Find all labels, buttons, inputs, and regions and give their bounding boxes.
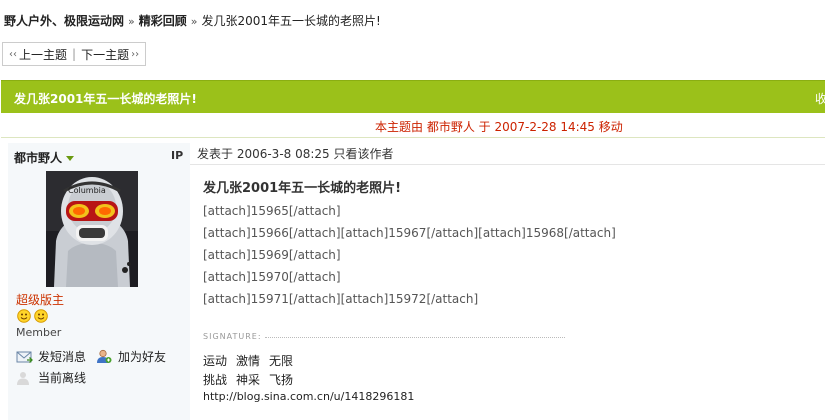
moved-notice: 本主题由 都市野人 于 2007-2-28 14:45 移动 (375, 120, 623, 134)
avatar[interactable]: Columbia (46, 171, 138, 287)
post-body: 发表于 2006-3-8 08:25 只看该作者 发几张2001年五一长城的老照… (190, 137, 825, 420)
chevron-down-icon[interactable] (66, 156, 75, 161)
signature-line-1: 运动 激情 无限 (203, 352, 302, 369)
thread-title-bar: 发几张2001年五一长城的老照片! 收 (1, 80, 825, 115)
favorite-link[interactable]: 收 (815, 90, 825, 107)
attachment-line: [attach]15971[/attach][attach]15972[/att… (203, 292, 479, 306)
signature-word: 无限 (269, 354, 294, 368)
next-arrow-icon: ›› (131, 48, 140, 60)
attachment-line: [attach]15966[/attach][attach]15967[/att… (203, 226, 616, 240)
breadcrumb-separator: » (128, 15, 135, 28)
attachment-line: [attach]15965[/attach] (203, 204, 341, 218)
topic-nav: ‹‹ 上一主题 | 下一主题 ›› (2, 42, 147, 66)
author-sidebar: 都市野人 IP Columbia 超级版主 Member 发短消息 加为好友 当… (8, 143, 190, 420)
breadcrumb: 野人户外、极限运动网» 精彩回顾» 发几张2001年五一长城的老照片! (4, 12, 381, 29)
attachment-line: [attach]15969[/attach] (203, 248, 341, 262)
svg-text:Columbia: Columbia (68, 186, 106, 195)
ip-link[interactable]: IP (171, 149, 183, 162)
add-friend-label[interactable]: 加为好友 (118, 348, 166, 365)
user-group: Member (16, 326, 62, 339)
online-status-label: 当前离线 (38, 371, 87, 385)
offline-user-icon (17, 371, 29, 385)
author-name-menu[interactable]: 都市野人 (14, 149, 75, 166)
signature-word: 挑战 (203, 373, 228, 387)
breadcrumb-forum-link[interactable]: 野人户外、极限运动网 (4, 14, 124, 28)
add-friend-button[interactable]: 加为好友 (96, 348, 166, 365)
signature-label: SIGNATURE: (203, 332, 262, 341)
user-role: 超级版主 (16, 293, 65, 307)
prev-arrow-icon: ‹‹ (9, 48, 17, 60)
breadcrumb-current: 发几张2001年五一长城的老照片! (201, 14, 381, 28)
send-message-label[interactable]: 发短消息 (38, 348, 86, 365)
topic-nav-divider: | (72, 47, 77, 61)
rank-smileys (17, 309, 51, 326)
prev-topic-link[interactable]: 上一主题 (19, 46, 67, 63)
next-topic-link[interactable]: 下一主题 (81, 46, 129, 63)
breadcrumb-separator: » (190, 15, 198, 28)
signature-word: 运动 (203, 354, 228, 368)
avatar-image: Columbia (46, 171, 138, 287)
post-meta: 发表于 2006-3-8 08:25 只看该作者 (197, 147, 394, 161)
attachment-line: [attach]15970[/attach] (203, 270, 341, 284)
author-name[interactable]: 都市野人 (14, 151, 62, 165)
signature-blog-link[interactable]: http://blog.sina.com.cn/u/1418296181 (203, 390, 414, 403)
post-divider (190, 164, 825, 165)
breadcrumb-section-link[interactable]: 精彩回顾 (139, 14, 187, 28)
add-friend-icon (97, 349, 112, 363)
signature-word: 飞扬 (269, 373, 294, 387)
signature-line-2: 挑战 神采 飞扬 (203, 371, 302, 388)
signature-word: 激情 (236, 354, 261, 368)
mail-icon (16, 351, 33, 363)
moved-notice-row: 本主题由 都市野人 于 2007-2-28 14:45 移动 (1, 113, 825, 138)
post-title: 发几张2001年五一长城的老照片! (203, 181, 402, 196)
send-message-button[interactable]: 发短消息 (16, 348, 86, 365)
online-status: 当前离线 (16, 369, 86, 386)
smiley-icon (17, 309, 48, 323)
thread-title: 发几张2001年五一长城的老照片! (14, 92, 197, 106)
signature-divider (265, 337, 565, 338)
signature-word: 神采 (236, 373, 261, 387)
